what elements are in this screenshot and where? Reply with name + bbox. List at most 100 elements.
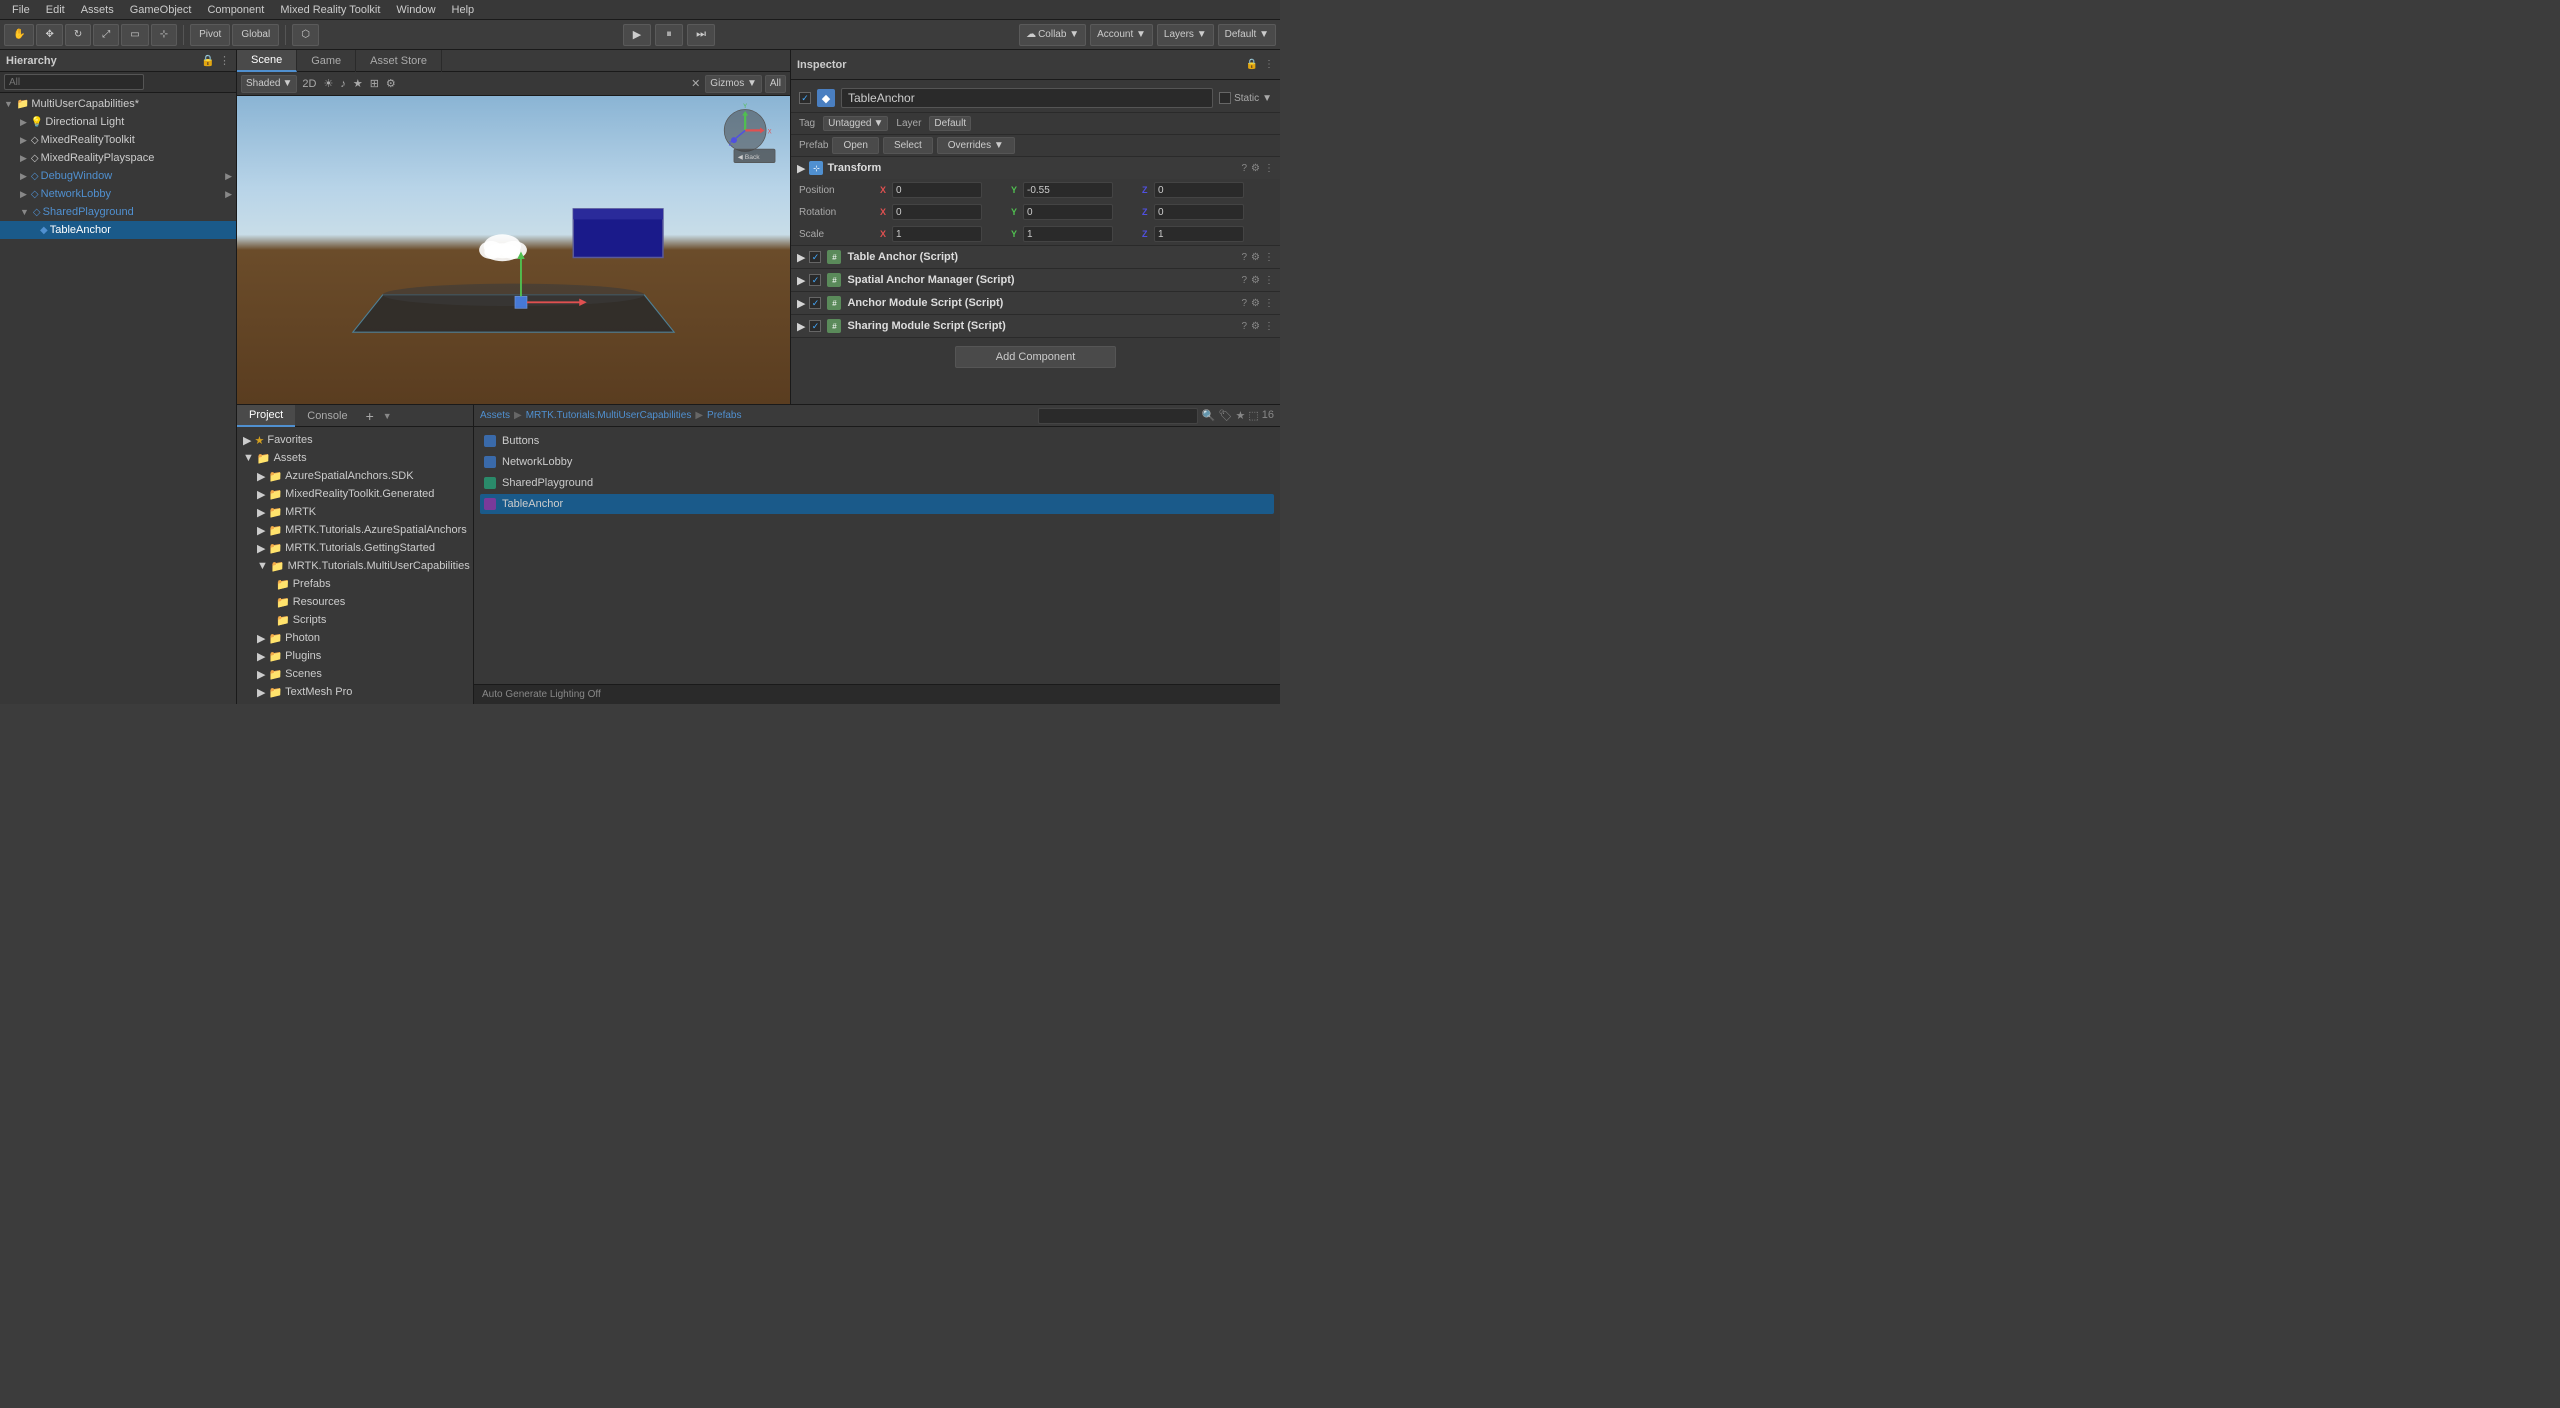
menu-gameobject[interactable]: GameObject [122, 4, 200, 16]
lighting-btn[interactable]: ☀ [321, 76, 335, 91]
sam-checkbox[interactable]: ✓ [809, 274, 821, 286]
position-x-input[interactable] [892, 182, 982, 198]
sms-script-header[interactable]: ▶ ✓ # Sharing Module Script (Script) ? ⚙… [791, 315, 1280, 337]
ta-info-icon[interactable]: ? [1241, 252, 1247, 263]
file-item-sharedplayground[interactable]: SharedPlayground [480, 473, 1274, 493]
label-icon[interactable]: 🏷 [1219, 409, 1233, 422]
sms-info-icon[interactable]: ? [1241, 321, 1247, 332]
project-item-tutorials-multi[interactable]: ▼ 📁 MRTK.Tutorials.MultiUserCapabilities [237, 557, 473, 575]
hierarchy-item-networklobby[interactable]: ▶ ◇ NetworkLobby ▶ [0, 185, 236, 203]
hierarchy-item-sharedplayground[interactable]: ▼ ◇ SharedPlayground [0, 203, 236, 221]
tab-console[interactable]: Console [295, 405, 359, 427]
project-dropdown-icon[interactable]: ▼ [380, 411, 395, 421]
hierarchy-item-debugwindow[interactable]: ▶ ◇ DebugWindow ▶ [0, 167, 236, 185]
transform-info-icon[interactable]: ? [1241, 163, 1247, 174]
transform-header[interactable]: ▶ ⊹ Transform ? ⚙ ⋮ [791, 157, 1280, 179]
default-btn[interactable]: Default ▼ [1218, 24, 1276, 46]
scale-z-input[interactable] [1154, 226, 1244, 242]
scale-x-input[interactable] [892, 226, 982, 242]
star-icon[interactable]: ★ [1235, 409, 1245, 422]
gizmos-dropdown[interactable]: Gizmos ▼ [705, 75, 762, 93]
scale-tool-btn[interactable]: ⤢ [93, 24, 119, 46]
file-item-tableanchor[interactable]: TableAnchor [480, 494, 1274, 514]
sms-settings-icon[interactable]: ⚙ [1251, 321, 1260, 332]
scene-viewport[interactable]: Y X Z ◀ Back [237, 96, 790, 404]
account-btn[interactable]: Account ▼ [1090, 24, 1153, 46]
scale-y-input[interactable] [1023, 226, 1113, 242]
project-item-tutorials-azure[interactable]: ▶ 📁 MRTK.Tutorials.AzureSpatialAnchors [237, 521, 473, 539]
hierarchy-item-mrtk[interactable]: ▶ ◇ MixedRealityToolkit [0, 131, 236, 149]
ta-settings-icon[interactable]: ⚙ [1251, 252, 1260, 263]
object-name-input[interactable] [841, 88, 1213, 108]
shading-dropdown[interactable]: Shaded ▼ [241, 75, 297, 93]
fx-btn[interactable]: ★ [351, 76, 365, 91]
search-icon[interactable]: 🔍 [1202, 409, 1216, 422]
project-item-packages[interactable]: ▶ 📁 Packages [237, 701, 473, 704]
rotation-y-input[interactable] [1023, 204, 1113, 220]
project-item-plugins[interactable]: ▶ 📁 Plugins [237, 647, 473, 665]
menu-mixed-reality[interactable]: Mixed Reality Toolkit [272, 4, 388, 16]
project-item-favorites[interactable]: ▶ ★ Favorites [237, 431, 473, 449]
position-y-input[interactable] [1023, 182, 1113, 198]
scene-close-btn[interactable]: ✕ [689, 76, 702, 91]
snap-btn[interactable]: ⬡ [292, 24, 319, 46]
project-item-scripts[interactable]: 📁 Scripts [237, 611, 473, 629]
project-item-tutorials-getting-started[interactable]: ▶ 📁 MRTK.Tutorials.GettingStarted [237, 539, 473, 557]
hierarchy-item-tableanchor[interactable]: ◆ TableAnchor [0, 221, 236, 239]
inspector-lock-icon[interactable]: 🔒 [1246, 59, 1258, 70]
project-item-azure[interactable]: ▶ 📁 AzureSpatialAnchors.SDK [237, 467, 473, 485]
static-dropdown-icon[interactable]: ▼ [1262, 93, 1272, 104]
sam-settings-icon[interactable]: ⚙ [1251, 275, 1260, 286]
tab-scene[interactable]: Scene [237, 50, 297, 72]
2d-toggle[interactable]: 2D [300, 77, 318, 91]
scene-tools-btn[interactable]: ⊞ [368, 76, 381, 91]
breadcrumb-assets[interactable]: Assets [480, 410, 510, 421]
move-tool-btn[interactable]: ✥ [36, 24, 62, 46]
sms-menu-icon[interactable]: ⋮ [1264, 321, 1274, 332]
hierarchy-lock-icon[interactable]: 🔒 [201, 54, 215, 67]
select-btn[interactable]: Select [883, 137, 933, 154]
file-item-networklobby[interactable]: NetworkLobby [480, 452, 1274, 472]
rotation-z-input[interactable] [1154, 204, 1244, 220]
sam-menu-icon[interactable]: ⋮ [1264, 275, 1274, 286]
hierarchy-item-directional-light[interactable]: ▶ 💡 Directional Light [0, 113, 236, 131]
layer-dropdown[interactable]: Default [929, 116, 971, 131]
project-item-mrtk[interactable]: ▶ 📁 MRTK [237, 503, 473, 521]
project-item-scenes[interactable]: ▶ 📁 Scenes [237, 665, 473, 683]
scene-settings-btn[interactable]: ⚙ [384, 76, 398, 91]
file-item-buttons[interactable]: Buttons [480, 431, 1274, 451]
sms-checkbox[interactable]: ✓ [809, 320, 821, 332]
file-search-input[interactable] [1038, 408, 1198, 424]
inspector-menu-icon[interactable]: ⋮ [1264, 59, 1274, 70]
project-item-mrtk-gen[interactable]: ▶ 📁 MixedRealityToolkit.Generated [237, 485, 473, 503]
hierarchy-item-mrps[interactable]: ▶ ◇ MixedRealityPlayspace [0, 149, 236, 167]
ams-menu-icon[interactable]: ⋮ [1264, 298, 1274, 309]
pause-button[interactable]: ⏸ [655, 24, 683, 46]
transform-menu-icon[interactable]: ⋮ [1264, 163, 1274, 174]
static-checkbox[interactable] [1219, 92, 1231, 104]
project-item-assets-root[interactable]: ▼ 📁 Assets [237, 449, 473, 467]
ams-info-icon[interactable]: ? [1241, 298, 1247, 309]
step-button[interactable]: ⏭ [687, 24, 715, 46]
breadcrumb-prefabs[interactable]: Prefabs [707, 410, 741, 421]
open-btn[interactable]: Open [832, 137, 878, 154]
menu-help[interactable]: Help [444, 4, 483, 16]
collab-btn[interactable]: ☁ Collab ▼ [1019, 24, 1086, 46]
transform-tool-btn[interactable]: ⊹ [151, 24, 177, 46]
all-dropdown[interactable]: All [765, 75, 786, 93]
hierarchy-menu-icon[interactable]: ⋮ [219, 54, 230, 67]
project-item-resources[interactable]: 📁 Resources [237, 593, 473, 611]
rotate-tool-btn[interactable]: ↻ [65, 24, 91, 46]
menu-component[interactable]: Component [199, 4, 272, 16]
tab-asset-store[interactable]: Asset Store [356, 50, 442, 72]
ta-script-checkbox[interactable]: ✓ [809, 251, 821, 263]
breadcrumb-multi[interactable]: MRTK.Tutorials.MultiUserCapabilities [526, 410, 692, 421]
project-add-btn[interactable]: + [360, 407, 380, 425]
transform-settings-icon[interactable]: ⚙ [1251, 163, 1260, 174]
project-item-photon[interactable]: ▶ 📁 Photon [237, 629, 473, 647]
rotation-x-input[interactable] [892, 204, 982, 220]
project-item-prefabs[interactable]: 📁 Prefabs [237, 575, 473, 593]
sam-info-icon[interactable]: ? [1241, 275, 1247, 286]
sam-script-header[interactable]: ▶ ✓ # Spatial Anchor Manager (Script) ? … [791, 269, 1280, 291]
position-z-input[interactable] [1154, 182, 1244, 198]
